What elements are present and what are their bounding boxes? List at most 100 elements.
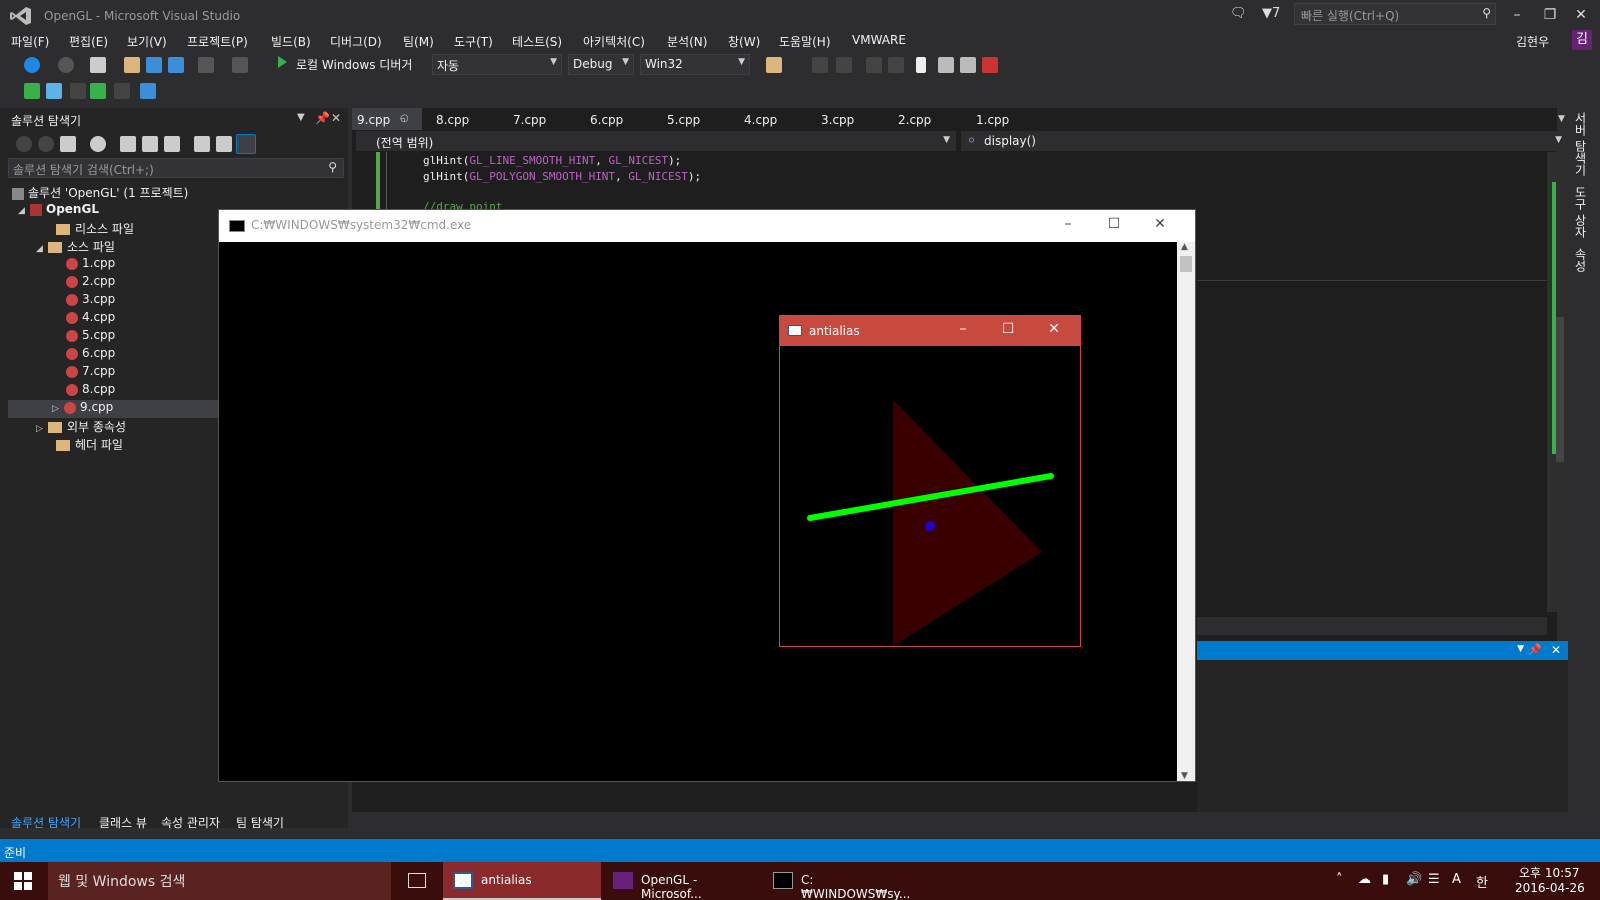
action-center-icon[interactable]: ☰ [1428, 872, 1440, 887]
indent-icon[interactable] [888, 57, 904, 73]
file-6-cpp[interactable]: 6.cpp [66, 346, 115, 364]
folder-sources[interactable]: ◢ 소스 파일 [36, 238, 115, 256]
platform-select[interactable]: Win32 ▼ [640, 54, 750, 75]
file-8-cpp[interactable]: 8.cpp [66, 382, 115, 400]
windows-start-icon[interactable] [14, 872, 32, 890]
taskbar-search-input[interactable]: 웹 및 Windows 검색 [48, 862, 391, 900]
menu-view[interactable]: 보기(V) [127, 33, 167, 50]
solution-config-mode-select[interactable]: 자동 ▼ [432, 54, 562, 75]
menu-file[interactable]: 파일(F) [11, 33, 49, 50]
menu-build[interactable]: 빌드(B) [271, 33, 311, 50]
avatar[interactable]: 김 [1572, 30, 1592, 50]
tab-team-explorer[interactable]: 팀 탐색기 [236, 814, 284, 831]
toolbox-tab[interactable]: 도구 상자 [1572, 186, 1589, 238]
file-4-cpp[interactable]: 4.cpp [66, 310, 115, 328]
chevron-down-icon[interactable]: ▼ [297, 112, 305, 123]
pin-icon[interactable]: 📌 [315, 111, 330, 125]
save-icon[interactable] [146, 57, 162, 73]
menu-vmware[interactable]: VMWARE [852, 33, 906, 47]
expand-icon[interactable]: ◢ [36, 244, 48, 254]
show-all-files-icon[interactable] [164, 136, 180, 152]
preview-icon[interactable] [236, 134, 256, 154]
sync-icon[interactable] [120, 136, 136, 152]
history-icon[interactable] [90, 136, 106, 152]
scroll-down-icon[interactable]: ▼ [1181, 771, 1188, 781]
attach-icon[interactable] [140, 83, 156, 99]
start-debugger-button[interactable]: 로컬 Windows 디버거 [296, 56, 412, 73]
tab-4-cpp[interactable]: 4.cpp [744, 113, 777, 127]
forward-icon[interactable] [38, 136, 54, 152]
prev-bookmark-icon[interactable] [938, 57, 954, 73]
folder-headers[interactable]: 헤더 파일 [56, 436, 123, 454]
view-code-icon[interactable] [194, 136, 210, 152]
taskbar-item-visual-studio[interactable]: OpenGL - Microsof... [603, 862, 761, 900]
task-view-icon[interactable] [408, 873, 426, 888]
minimize-button[interactable]: – [948, 321, 978, 341]
server-explorer-tab[interactable]: 서버 탐색기 [1572, 112, 1589, 176]
volume-icon[interactable]: 🔊 [1406, 872, 1422, 887]
close-icon[interactable]: ✕ [331, 111, 341, 125]
menu-architecture[interactable]: 아키텍처(C) [583, 33, 645, 50]
pin-icon[interactable]: 📌 [1528, 643, 1542, 656]
cmd-scrollbar[interactable]: ▲ ▼ [1177, 242, 1195, 781]
file-5-cpp[interactable]: 5.cpp [66, 328, 115, 346]
code-line[interactable]: glHint(GL_LINE_SMOOTH_HINT, GL_NICEST); [423, 154, 681, 167]
show-hidden-icons-icon[interactable]: ˄ [1336, 872, 1343, 887]
back-icon[interactable] [16, 136, 32, 152]
menu-edit[interactable]: 편집(E) [69, 33, 108, 50]
configuration-select[interactable]: Debug ▼ [568, 54, 634, 75]
uncomment-icon[interactable] [836, 57, 852, 73]
collapse-all-icon[interactable] [142, 136, 158, 152]
pin-icon[interactable]: ◵ [400, 113, 409, 124]
home-icon[interactable] [60, 136, 76, 152]
tab-5-cpp[interactable]: 5.cpp [667, 113, 700, 127]
code-line[interactable]: glHint(GL_POLYGON_SMOOTH_HINT, GL_NICEST… [423, 170, 701, 183]
menu-debug[interactable]: 디버그(D) [330, 33, 382, 50]
file-9-cpp[interactable]: ▷ 9.cpp [8, 400, 218, 418]
quick-launch-input[interactable]: 빠른 실행(Ctrl+Q) ⚲ [1294, 3, 1496, 25]
expand-icon[interactable]: ▷ [36, 424, 48, 434]
member-dropdown[interactable]: ⚪ display() ▼ [961, 131, 1568, 151]
tab-1-cpp[interactable]: 1.cpp [976, 113, 1009, 127]
clock-date[interactable]: 2016-04-26 [1515, 881, 1585, 895]
antialias-window[interactable]: antialias – ☐ ✕ [779, 315, 1081, 647]
cancel-build-icon[interactable] [70, 83, 86, 99]
bookmark-icon[interactable] [916, 57, 926, 73]
properties-icon[interactable] [216, 136, 232, 152]
file-2-cpp[interactable]: 2.cpp [66, 274, 115, 292]
ime-indicator[interactable]: 한 [1476, 872, 1488, 891]
taskbar-item-cmd[interactable]: C:₩WINDOWS₩sy... [763, 862, 921, 900]
find-in-files-icon[interactable] [766, 57, 782, 73]
build-icon[interactable] [24, 83, 40, 99]
solution-explorer-search-input[interactable]: 솔루션 탐색기 검색(Ctrl+;) ⚲ [8, 158, 344, 178]
next-bookmark-icon[interactable] [960, 57, 976, 73]
minimize-button[interactable]: – [1502, 4, 1532, 26]
maximize-button[interactable]: ☐ [993, 321, 1023, 341]
network-icon[interactable]: ☁ [1358, 872, 1371, 887]
input-mode-indicator[interactable]: A [1452, 872, 1461, 887]
open-file-icon[interactable] [124, 57, 140, 73]
menu-window[interactable]: 창(W) [728, 33, 760, 50]
horizontal-scrollbar[interactable] [1197, 617, 1547, 635]
scroll-thumb[interactable] [1180, 256, 1192, 272]
tab-2-cpp[interactable]: 2.cpp [898, 113, 931, 127]
menu-help[interactable]: 도움말(H) [779, 33, 831, 50]
tab-property-manager[interactable]: 속성 관리자 [161, 814, 220, 831]
feedback-icon[interactable]: 🗨 [1230, 6, 1247, 21]
output-panel[interactable] [1197, 660, 1568, 812]
back-icon[interactable] [24, 57, 40, 73]
tab-class-view[interactable]: 클래스 뷰 [99, 814, 147, 831]
minimize-button[interactable]: – [1053, 216, 1083, 236]
clear-bookmarks-icon[interactable] [982, 57, 998, 73]
power-icon[interactable]: ▮ [1382, 872, 1389, 887]
notifications-icon[interactable]: ▼7 [1262, 6, 1280, 21]
project-node[interactable]: ◢ OpenGL [18, 202, 99, 220]
output-panel-header[interactable]: ▼ 📌 ✕ [1197, 641, 1568, 660]
tab-list-icon[interactable]: ▼ [1558, 114, 1565, 124]
forward-icon[interactable] [58, 57, 74, 73]
taskbar-item-antialias[interactable]: antialias [443, 862, 601, 900]
run-icon[interactable] [90, 83, 106, 99]
tab-7-cpp[interactable]: 7.cpp [513, 113, 546, 127]
folder-external[interactable]: ▷ 외부 종속성 [36, 418, 126, 436]
tab-solution-explorer[interactable]: 솔루션 탐색기 [11, 814, 81, 831]
